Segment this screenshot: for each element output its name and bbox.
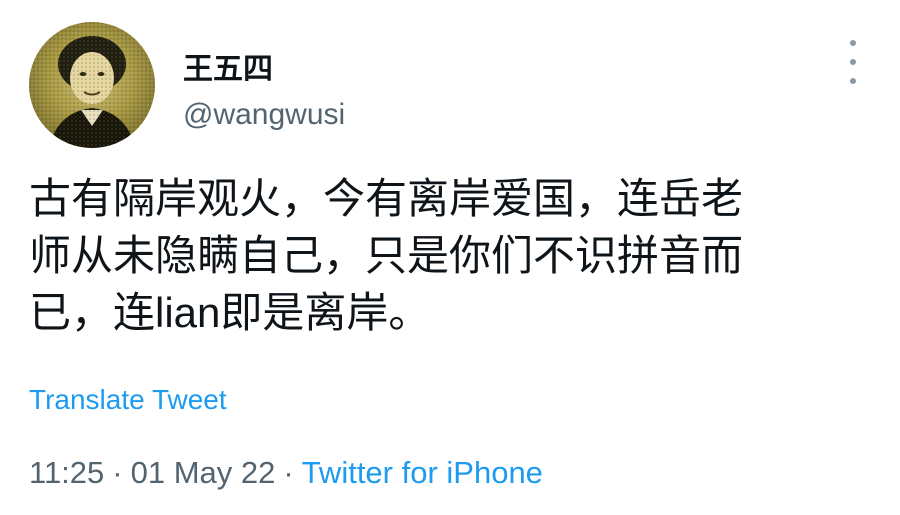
vertical-ellipsis-icon [850, 59, 856, 65]
vertical-ellipsis-icon [850, 78, 856, 84]
author-handle[interactable]: @wangwusi [183, 98, 345, 132]
author-avatar[interactable] [29, 22, 155, 148]
tweet-time[interactable]: 11:25 [29, 455, 104, 490]
tweet-date[interactable]: 01 May 22 [131, 455, 276, 490]
portrait-avatar-image [29, 22, 155, 148]
meta-separator: · [112, 455, 123, 490]
translate-tweet-link[interactable]: Translate Tweet [29, 384, 227, 416]
author-display-name[interactable]: 王五四 [183, 44, 273, 88]
tweet-metadata: 11:25 · 01 May 22 · Twitter for iPhone [29, 455, 543, 491]
more-options-button[interactable] [838, 40, 868, 84]
meta-separator: · [283, 455, 294, 490]
vertical-ellipsis-icon [850, 40, 856, 46]
tweet-source-link[interactable]: Twitter for iPhone [302, 455, 543, 490]
tweet-text: 古有隔岸观火，今有离岸爱国，连岳老 师从未隐瞒自己，只是你们不识拼音而 已，连l… [29, 175, 744, 336]
